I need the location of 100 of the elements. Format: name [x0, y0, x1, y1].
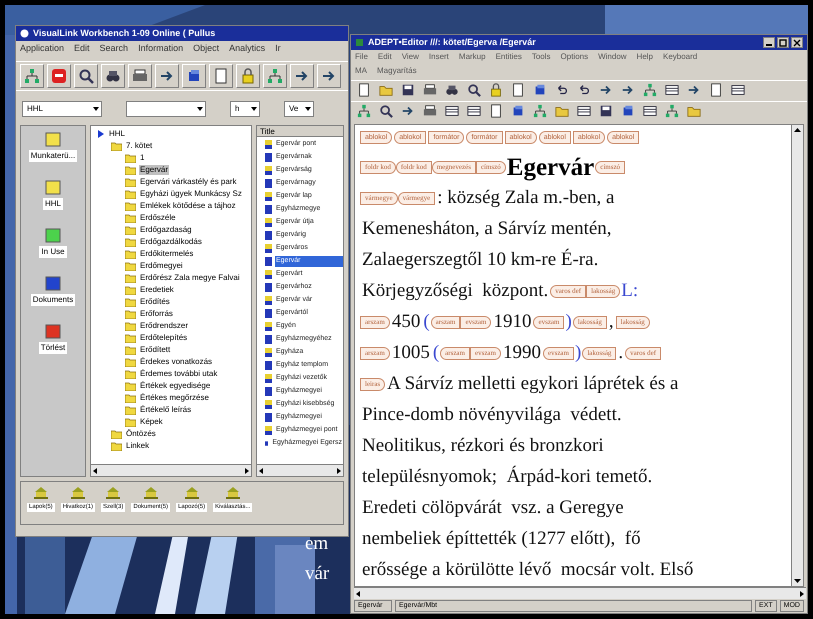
- tree-item[interactable]: Erőforrás: [139, 309, 174, 319]
- menu-item[interactable]: View: [402, 51, 419, 63]
- save-icon[interactable]: [401, 83, 415, 97]
- tree-icon[interactable]: [643, 83, 657, 97]
- tree-item[interactable]: Erődrendszer: [139, 321, 190, 331]
- tree-item[interactable]: Érdekes vonatkozás: [139, 357, 214, 367]
- page-icon[interactable]: [213, 68, 229, 84]
- magnifier-icon[interactable]: [467, 83, 481, 97]
- building-icon[interactable]: [184, 486, 200, 500]
- lock-icon[interactable]: [489, 83, 503, 97]
- tree-icon[interactable]: [357, 104, 371, 118]
- tree-item[interactable]: Értékek egyedisége: [139, 381, 212, 391]
- horizontal-scrollbar[interactable]: [257, 464, 343, 476]
- page-icon[interactable]: [489, 104, 503, 118]
- menu-item[interactable]: Ir: [275, 42, 281, 56]
- expand-arrow-icon[interactable]: [97, 129, 105, 139]
- dropdown-field[interactable]: HHL: [22, 101, 102, 117]
- horizontal-scrollbar[interactable]: [91, 464, 251, 476]
- tree-item[interactable]: Linkek: [125, 441, 150, 451]
- tree-item[interactable]: Erődítés: [139, 297, 171, 307]
- shortcut-label[interactable]: In Use: [39, 246, 67, 258]
- table-icon[interactable]: [467, 104, 481, 118]
- menu-item[interactable]: Help: [636, 51, 653, 63]
- tree-icon[interactable]: [665, 104, 679, 118]
- building-icon[interactable]: [32, 486, 49, 500]
- menu-item[interactable]: Edit: [74, 42, 90, 56]
- shortcut-label[interactable]: Munkaterü...: [28, 150, 78, 162]
- page-icon[interactable]: [709, 83, 723, 97]
- menu-item[interactable]: MA: [355, 65, 367, 77]
- menu-item[interactable]: Edit: [378, 51, 392, 63]
- binoculars-icon[interactable]: [105, 68, 121, 84]
- tree-item[interactable]: Képek: [139, 417, 164, 427]
- menu-item[interactable]: Magyarítás: [377, 65, 417, 77]
- binoculars-icon[interactable]: [445, 83, 459, 97]
- tree-item[interactable]: Öntözés: [125, 429, 157, 439]
- printer-icon[interactable]: [423, 104, 437, 118]
- stop-icon[interactable]: [51, 68, 67, 84]
- building-icon[interactable]: [105, 486, 122, 500]
- vertical-scrollbar[interactable]: [791, 125, 803, 586]
- save-icon[interactable]: [599, 104, 613, 118]
- tree-item[interactable]: Eredetiek: [139, 285, 175, 295]
- arrow-icon[interactable]: [401, 104, 415, 118]
- menu-item[interactable]: Application: [20, 42, 64, 56]
- tree-item[interactable]: Egyházi ügyek Munkácsy Sz: [139, 189, 243, 199]
- printer-icon[interactable]: [423, 83, 437, 97]
- menu-item[interactable]: Search: [100, 42, 128, 56]
- table-icon[interactable]: [577, 104, 591, 118]
- tree-icon[interactable]: [533, 104, 547, 118]
- tree-item[interactable]: Erdőkitermelés: [139, 249, 194, 259]
- shortcut-label[interactable]: Törlést: [38, 342, 68, 354]
- table-icon[interactable]: [643, 104, 657, 118]
- menu-item[interactable]: File: [355, 51, 368, 63]
- cube-icon[interactable]: [186, 68, 202, 84]
- tree-item[interactable]: Érdemes további utak: [139, 369, 218, 379]
- table-icon[interactable]: [665, 83, 679, 97]
- horizontal-scrollbar[interactable]: [354, 587, 806, 599]
- dropdown-field[interactable]: Ve: [284, 101, 314, 117]
- table-icon[interactable]: [445, 104, 459, 118]
- magnifier-icon[interactable]: [379, 104, 393, 118]
- tree-icon[interactable]: [267, 68, 283, 84]
- minimize-button[interactable]: [763, 37, 775, 48]
- menu-item[interactable]: Tools: [532, 51, 551, 63]
- lock-icon[interactable]: [240, 68, 256, 84]
- arrow-icon[interactable]: [599, 83, 613, 97]
- page-icon[interactable]: [511, 83, 525, 97]
- table-icon[interactable]: [731, 83, 745, 97]
- maximize-button[interactable]: [777, 37, 789, 48]
- menu-item[interactable]: Entities: [496, 51, 522, 63]
- cube-icon[interactable]: [511, 104, 525, 118]
- tree-item[interactable]: 1: [139, 153, 146, 163]
- menu-item[interactable]: Information: [138, 42, 184, 56]
- page-icon[interactable]: [357, 83, 371, 97]
- menu-item[interactable]: Keyboard: [663, 51, 698, 63]
- tree-item[interactable]: 7. kötet: [125, 141, 154, 151]
- dropdown-field[interactable]: h: [230, 101, 260, 117]
- menu-item[interactable]: Insert: [428, 51, 449, 63]
- tree-item[interactable]: Egervár: [139, 165, 170, 175]
- dropdown-field[interactable]: [126, 101, 206, 117]
- menu-item[interactable]: Object: [193, 42, 220, 56]
- menu-item[interactable]: Markup: [458, 51, 486, 63]
- cube-icon[interactable]: [621, 104, 635, 118]
- tree-icon[interactable]: [24, 68, 40, 84]
- arrow-icon[interactable]: [621, 83, 635, 97]
- magnifier-icon[interactable]: [78, 68, 94, 84]
- tree-item[interactable]: Erdőmegyei: [139, 261, 184, 271]
- tree-item[interactable]: Erdőrész Zala megye Falvai: [139, 273, 241, 283]
- tree-item[interactable]: Erdőgazdaság: [139, 225, 193, 235]
- tree-item[interactable]: HHL: [108, 129, 126, 139]
- cube-icon[interactable]: [533, 83, 547, 97]
- tree-item[interactable]: Egervári várkastély és park: [139, 177, 238, 187]
- tree-item[interactable]: Erdőtelepítés: [139, 333, 188, 343]
- shortcut-label[interactable]: HHL: [42, 198, 63, 210]
- tree-item[interactable]: Erődített: [139, 345, 172, 355]
- menu-item[interactable]: Window: [598, 51, 627, 63]
- undo-icon[interactable]: [555, 83, 569, 97]
- column-header[interactable]: Title: [257, 126, 343, 137]
- building-icon[interactable]: [224, 486, 241, 500]
- building-icon[interactable]: [70, 486, 86, 500]
- tree-item[interactable]: Értékes megőrzése: [139, 393, 210, 403]
- close-button[interactable]: [791, 37, 803, 48]
